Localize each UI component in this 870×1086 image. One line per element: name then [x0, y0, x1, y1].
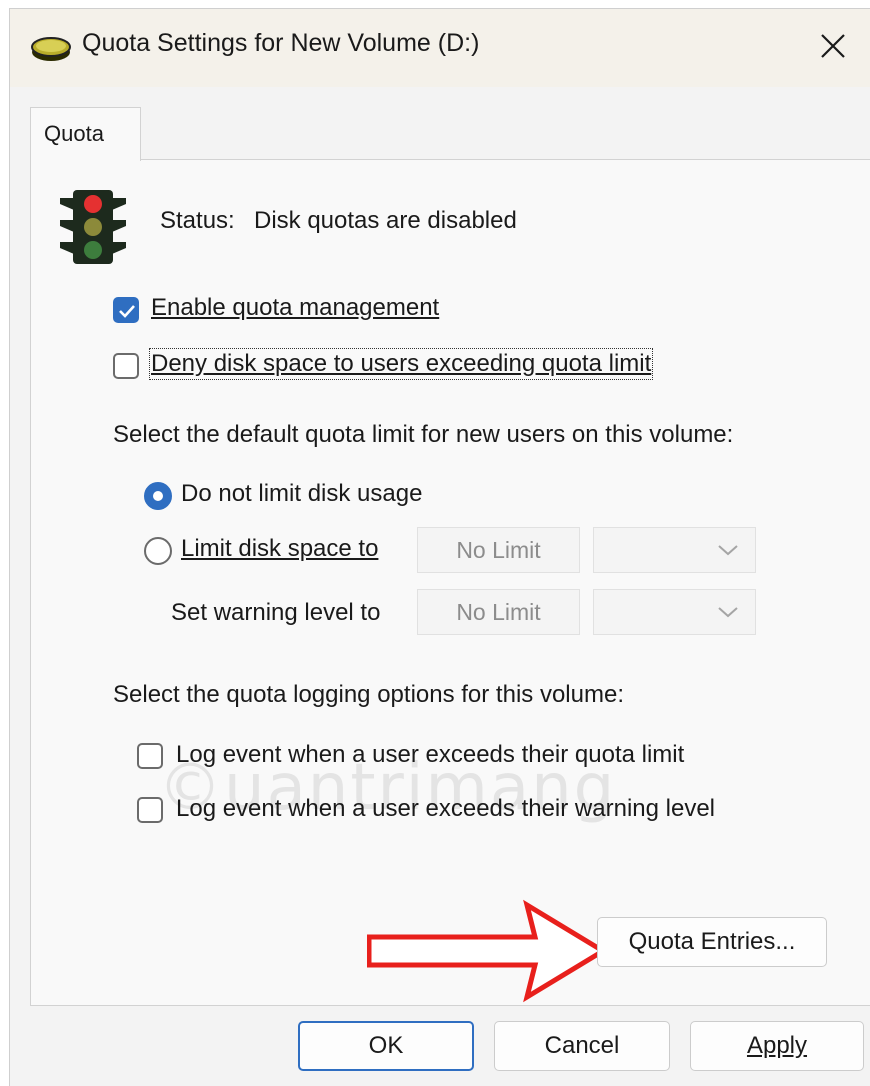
chevron-down-icon [717, 543, 739, 562]
close-icon [820, 33, 846, 64]
chevron-down-icon [717, 605, 739, 624]
close-button[interactable] [794, 9, 870, 87]
apply-button[interactable]: Apply [690, 1021, 864, 1071]
deny-space-label[interactable]: Deny disk space to users exceeding quota… [148, 348, 654, 380]
checkmark-icon [119, 305, 135, 318]
tab-quota[interactable]: Quota [30, 107, 141, 161]
warning-level-label: Set warning level to [171, 599, 381, 626]
deny-space-checkbox[interactable] [113, 353, 139, 379]
limit-unit-select[interactable] [593, 527, 756, 573]
cancel-button[interactable]: Cancel [494, 1021, 670, 1071]
no-limit-label[interactable]: Do not limit disk usage [181, 480, 422, 508]
log-limit-checkbox[interactable] [137, 743, 163, 769]
annotation-arrow-icon [367, 899, 607, 1003]
traffic-light-icon [60, 190, 126, 264]
limit-space-input[interactable]: No Limit [417, 527, 580, 573]
window-title: Quota Settings for New Volume (D:) [82, 29, 480, 57]
warning-level-input[interactable]: No Limit [417, 589, 580, 635]
quota-entries-button[interactable]: Quota Entries... [597, 917, 827, 967]
no-limit-radio[interactable] [144, 482, 172, 510]
ok-button[interactable]: OK [298, 1021, 474, 1071]
log-warning-label[interactable]: Log event when a user exceeds their warn… [176, 795, 715, 823]
enable-quota-label[interactable]: Enable quota management [151, 294, 439, 322]
title-bar: Quota Settings for New Volume (D:) [10, 9, 870, 87]
quota-settings-dialog: Quota Settings for New Volume (D:) Quota… [9, 8, 870, 1086]
logging-heading: Select the quota logging options for thi… [113, 681, 624, 708]
log-warning-checkbox[interactable] [137, 797, 163, 823]
status-value: Disk quotas are disabled [254, 207, 517, 234]
status-label: Status: [160, 207, 235, 234]
limit-space-label[interactable]: Limit disk space to [181, 535, 378, 563]
quota-tab-panel [30, 159, 870, 1006]
log-limit-label[interactable]: Log event when a user exceeds their quot… [176, 741, 684, 769]
enable-quota-checkbox[interactable] [113, 297, 139, 323]
disk-drive-icon [30, 32, 72, 64]
limit-space-radio[interactable] [144, 537, 172, 565]
default-limit-heading: Select the default quota limit for new u… [113, 421, 734, 448]
warning-unit-select[interactable] [593, 589, 756, 635]
